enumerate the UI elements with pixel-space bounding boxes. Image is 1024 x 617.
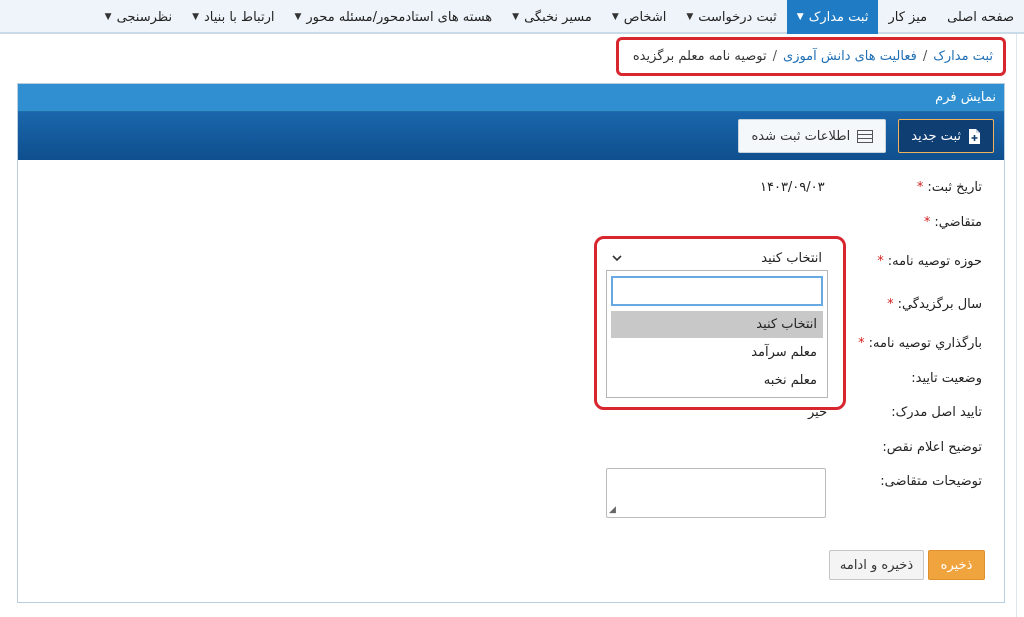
notes-textarea[interactable]: ◢	[606, 468, 826, 518]
nav-item-desk[interactable]: میز کار	[878, 0, 937, 34]
panel-title: نمایش فرم	[935, 90, 996, 105]
nav-item-label: اشخاص	[623, 9, 667, 25]
upload-label: بارگذاري توصیه نامه:*	[858, 336, 982, 351]
required-mark: *	[916, 180, 924, 195]
dropdown-menu: انتخاب کنید معلم سرآمد معلم نخبه	[606, 270, 828, 398]
breadcrumb-link-student-activities[interactable]: فعالیت های دانش آموزی	[783, 49, 917, 64]
date-label: تاریخ ثبت:*	[917, 180, 982, 195]
field-label-text: حوزه توصیه نامه:	[887, 254, 982, 269]
new-record-label: ثبت جدید	[911, 128, 961, 144]
caret-down-icon: ▼	[796, 12, 804, 22]
date-label-text: تاریخ ثبت:	[927, 180, 982, 195]
resize-grip-icon[interactable]: ◢	[609, 505, 616, 515]
applicant-label-text: متقاضي:	[934, 215, 982, 230]
nav-item-elite-path[interactable]: مسیر نخبگی ▼	[502, 0, 602, 34]
save-continue-button[interactable]: ذخیره و ادامه	[829, 550, 924, 580]
nav-item-cores[interactable]: هسته های استادمحور/مسئله محور ▼	[284, 0, 502, 34]
nav-item-label: میز کار	[888, 9, 928, 25]
field-select-value: انتخاب کنید	[761, 250, 822, 266]
new-file-icon	[968, 128, 981, 144]
nav-item-label: مسیر نخبگی	[524, 9, 592, 25]
panel-header: نمایش فرم	[18, 84, 1004, 112]
nav-item-documents[interactable]: ثبت مدارک ▼	[786, 0, 879, 34]
new-record-button[interactable]: ثبت جدید	[898, 119, 994, 153]
required-mark: *	[858, 336, 865, 351]
caret-down-icon: ▼	[611, 12, 619, 22]
upload-label-text: بارگذاري توصیه نامه:	[868, 336, 982, 351]
caret-down-icon: ▼	[104, 12, 112, 22]
breadcrumb-current: توصیه نامه معلم برگزیده	[632, 49, 767, 64]
panel-toolbar: ثبت جدید اطلاعات ثبت شده	[18, 112, 1004, 160]
breadcrumb: ثبت مدارک / فعالیت های دانش آموزی / توصی…	[616, 37, 1006, 76]
nav-menu: صفحه اصلی میز کار ثبت مدارک ▼ ثبت درخواست…	[95, 0, 1024, 34]
nav-item-label: ثبت مدارک	[808, 9, 869, 25]
date-value: ۱۴۰۳/۰۹/۰۳	[760, 180, 825, 195]
breadcrumb-link-documents[interactable]: ثبت مدارک	[933, 49, 993, 64]
form-panel: نمایش فرم ثبت جدید اطلاعات ثبت شده	[17, 83, 1005, 603]
saved-records-button[interactable]: اطلاعات ثبت شده	[738, 119, 887, 153]
applicant-label: متقاضي:*	[924, 215, 982, 230]
breadcrumb-separator: /	[922, 49, 928, 64]
nav-item-requests[interactable]: ثبت درخواست ▼	[676, 0, 786, 34]
top-nav: صفحه اصلی میز کار ثبت مدارک ▼ ثبت درخواست…	[0, 0, 1024, 34]
nav-item-label: ارتباط با بنیاد	[204, 9, 275, 25]
dropdown-option[interactable]: معلم سرآمد	[611, 339, 823, 366]
required-mark: *	[887, 297, 894, 312]
caret-down-icon: ▼	[192, 12, 199, 22]
field-select[interactable]: انتخاب کنید	[606, 246, 828, 270]
caret-down-icon: ▼	[686, 12, 694, 22]
nav-item-label: هسته های استادمحور/مسئله محور	[306, 9, 493, 25]
page-edge-line	[1016, 34, 1017, 617]
nav-item-persons[interactable]: اشخاص ▼	[602, 0, 677, 34]
required-mark: *	[877, 254, 884, 269]
required-mark: *	[923, 215, 931, 230]
caret-down-icon: ▼	[294, 12, 302, 22]
dropdown-option[interactable]: معلم نخبه	[611, 367, 823, 394]
nav-item-label: نظرسنجی	[116, 9, 173, 25]
defect-label: توضیح اعلام نقص:	[882, 440, 982, 455]
chevron-down-icon	[612, 251, 622, 266]
original-label: تایید اصل مدرک:	[891, 405, 982, 420]
nav-item-label: ثبت درخواست	[698, 9, 777, 25]
year-label-text: سال برگزيدگي:	[897, 297, 982, 312]
caret-down-icon: ▼	[512, 12, 520, 22]
save-button[interactable]: ذخیره	[928, 550, 985, 580]
dropdown-search-input[interactable]	[611, 276, 823, 306]
list-icon	[857, 129, 874, 143]
saved-records-label: اطلاعات ثبت شده	[751, 128, 851, 144]
nav-item-contact[interactable]: ارتباط با بنیاد ▼	[182, 0, 284, 34]
dropdown-option[interactable]: انتخاب کنید	[611, 311, 823, 338]
field-label: حوزه توصیه نامه:*	[877, 254, 982, 269]
approval-label: وضعیت تایید:	[911, 371, 982, 386]
nav-item-label: صفحه اصلی	[947, 9, 1014, 25]
nav-item-survey[interactable]: نظرسنجی ▼	[95, 0, 182, 34]
nav-item-home[interactable]: صفحه اصلی	[937, 0, 1024, 34]
notes-label: توضیحات متقاضی:	[880, 474, 982, 489]
breadcrumb-separator: /	[772, 49, 778, 64]
year-label: سال برگزيدگي:*	[887, 297, 982, 312]
